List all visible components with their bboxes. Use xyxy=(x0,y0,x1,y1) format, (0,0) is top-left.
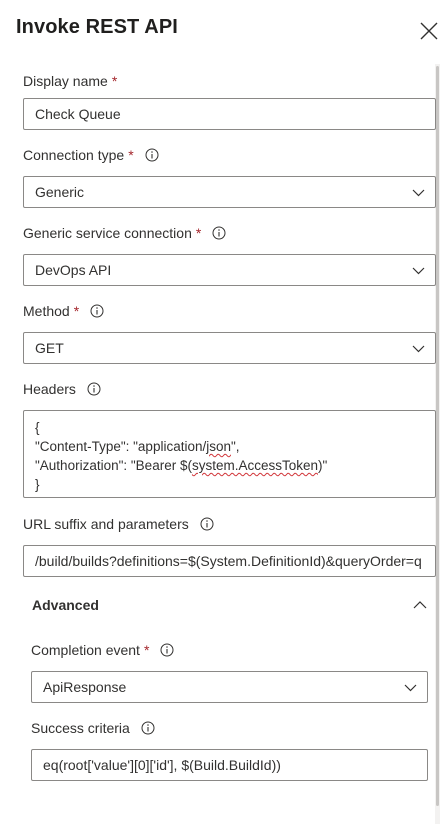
close-icon[interactable] xyxy=(418,20,440,42)
info-icon[interactable] xyxy=(200,517,214,531)
required-mark: * xyxy=(111,73,118,89)
headers-line: { xyxy=(35,420,40,435)
method-dropdown[interactable]: GET xyxy=(23,332,436,364)
headers-label: Headers xyxy=(23,381,101,397)
url-suffix-label-text: URL suffix and parameters xyxy=(23,516,189,532)
service-connection-label-text: Generic service connection xyxy=(23,225,192,241)
service-connection-dropdown[interactable]: DevOps API xyxy=(23,254,436,286)
completion-event-value: ApiResponse xyxy=(43,679,127,695)
headers-line: } xyxy=(35,477,40,492)
spelling-error-text: json xyxy=(206,439,231,454)
connection-type-dropdown[interactable]: Generic xyxy=(23,176,436,208)
service-connection-value: DevOps API xyxy=(35,262,112,278)
headers-text: ", xyxy=(231,439,240,454)
info-icon[interactable] xyxy=(90,304,104,318)
info-icon[interactable] xyxy=(87,382,101,396)
panel-title: Invoke REST API xyxy=(16,16,178,38)
invoke-rest-api-panel: Invoke REST API Display name * Check Que… xyxy=(0,0,440,824)
display-name-value: Check Queue xyxy=(35,106,121,122)
advanced-section-toggle[interactable]: Advanced xyxy=(23,586,436,626)
display-name-input[interactable]: Check Queue xyxy=(23,98,436,130)
success-criteria-label: Success criteria xyxy=(31,720,155,736)
spelling-error-text: system.AccessToken xyxy=(191,458,318,473)
completion-event-label-text: Completion event xyxy=(31,642,140,658)
required-mark: * xyxy=(73,303,80,319)
success-criteria-value: eq(root['value'][0]['id'], $(Build.Build… xyxy=(43,757,281,773)
info-icon[interactable] xyxy=(160,643,174,657)
method-label-text: Method xyxy=(23,303,70,319)
display-name-label-text: Display name xyxy=(23,73,108,89)
url-suffix-label: URL suffix and parameters xyxy=(23,516,214,532)
required-mark: * xyxy=(195,225,202,241)
headers-line: "Authorization": "Bearer $(system.Access… xyxy=(35,456,424,475)
connection-type-label: Connection type * xyxy=(23,147,159,163)
chevron-up-icon xyxy=(413,601,427,609)
headers-textarea[interactable]: {"Content-Type": "application/json", "Aut… xyxy=(23,410,436,498)
url-suffix-value: /build/builds?definitions=$(System.Defin… xyxy=(35,553,422,569)
headers-text: )" xyxy=(318,458,328,473)
chevron-down-icon xyxy=(412,345,425,353)
info-icon[interactable] xyxy=(145,148,159,162)
service-connection-label: Generic service connection * xyxy=(23,225,226,241)
success-criteria-input[interactable]: eq(root['value'][0]['id'], $(Build.Build… xyxy=(31,749,428,781)
required-mark: * xyxy=(143,642,150,658)
headers-label-text: Headers xyxy=(23,381,76,397)
completion-event-label: Completion event * xyxy=(31,642,174,658)
info-icon[interactable] xyxy=(141,721,155,735)
chevron-down-icon xyxy=(412,189,425,197)
completion-event-dropdown[interactable]: ApiResponse xyxy=(31,671,428,703)
method-value: GET xyxy=(35,340,64,356)
scrollbar-thumb[interactable] xyxy=(436,66,439,806)
connection-type-label-text: Connection type xyxy=(23,147,125,163)
headers-line: "Content-Type": "application/json", xyxy=(35,437,424,456)
connection-type-value: Generic xyxy=(35,184,85,200)
required-mark: * xyxy=(128,147,134,163)
headers-text: "Content-Type": "application/ xyxy=(35,439,207,454)
success-criteria-label-text: Success criteria xyxy=(31,720,130,736)
url-suffix-input[interactable]: /build/builds?definitions=$(System.Defin… xyxy=(23,545,436,577)
advanced-section-title: Advanced xyxy=(32,597,99,613)
chevron-down-icon xyxy=(412,267,425,275)
chevron-down-icon xyxy=(404,684,417,692)
display-name-label: Display name * xyxy=(23,73,117,89)
info-icon[interactable] xyxy=(212,226,226,240)
method-label: Method * xyxy=(23,303,104,319)
headers-text: "Authorization": "Bearer $( xyxy=(35,458,192,473)
